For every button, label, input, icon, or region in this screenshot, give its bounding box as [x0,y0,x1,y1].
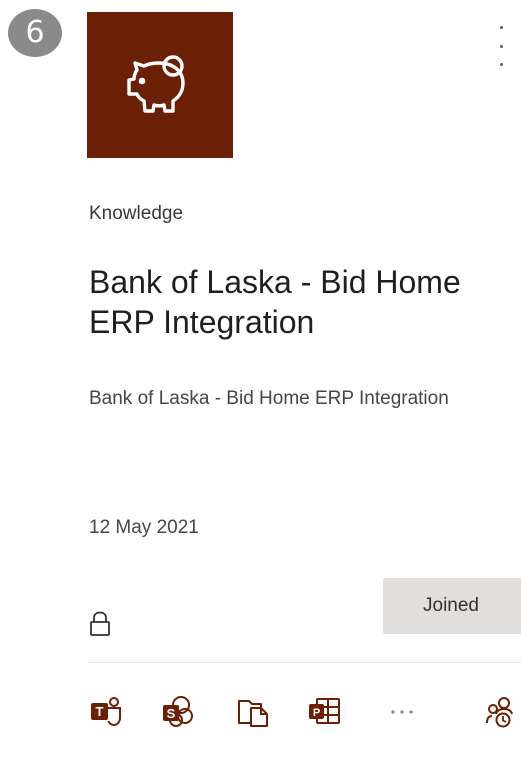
sharepoint-icon[interactable]: S [161,695,195,729]
card-divider [89,662,521,663]
community-title[interactable]: Bank of Laska - Bid Home ERP Integration [89,262,509,342]
planner-icon[interactable]: P [307,695,341,729]
svg-text:P: P [313,707,320,719]
step-number-badge: 6 [8,9,62,57]
community-card: 6 Knowledge Bank of Laska - Bid Home ERP… [0,0,521,768]
more-options-dot-icon [499,26,503,29]
more-apps-icon[interactable] [385,695,419,729]
category-label: Knowledge [89,203,184,224]
svg-text:S: S [167,706,176,721]
community-logo [87,12,233,158]
svg-text:T: T [96,704,104,719]
members-button[interactable]: 14 [484,695,521,729]
more-options-button[interactable] [494,26,508,66]
files-icon[interactable] [237,695,271,729]
community-description: Bank of Laska - Bid Home ERP Integration [89,388,449,409]
joined-button[interactable]: Joined [383,578,521,634]
members-icon [486,697,513,728]
app-toolbar: T S P [89,695,521,729]
more-options-dot-icon [499,63,503,66]
created-date: 12 May 2021 [89,517,199,538]
teams-icon[interactable]: T [89,695,123,729]
lock-icon [90,611,110,636]
more-options-dot-icon [499,44,503,48]
piggy-bank-icon [127,55,185,113]
